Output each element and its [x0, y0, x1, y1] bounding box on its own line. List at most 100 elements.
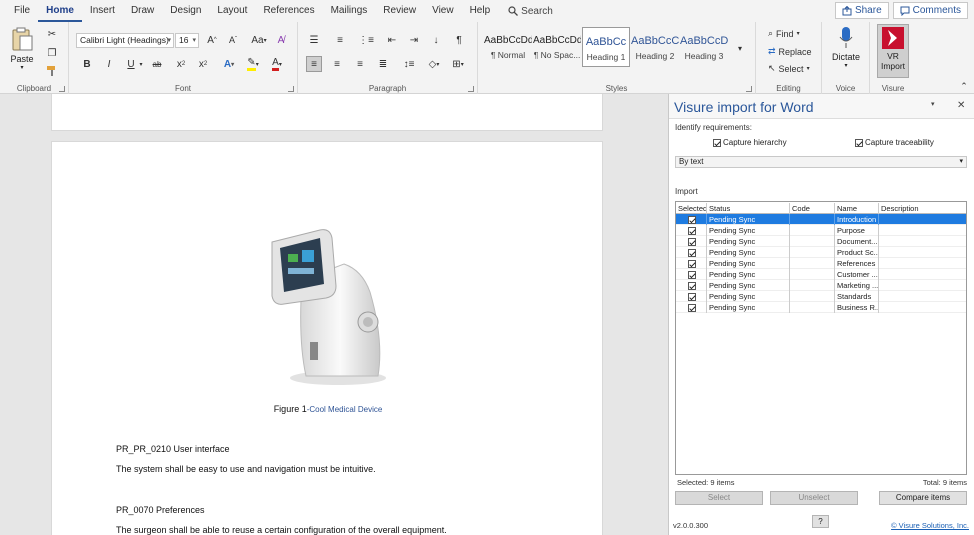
search-box[interactable]: Search: [498, 6, 553, 17]
document-page[interactable]: Figure 1-Cool Medical Device PR_PR_0210 …: [51, 141, 603, 535]
unselect-button[interactable]: Unselect: [770, 491, 858, 505]
numbering-button[interactable]: ≡: [332, 32, 348, 48]
shrink-font-button[interactable]: Aˇ: [225, 32, 241, 48]
checkbox-checked-icon[interactable]: [688, 303, 696, 312]
table-row[interactable]: Pending Sync Standards: [676, 291, 966, 302]
bullets-button[interactable]: ☰: [306, 32, 322, 48]
row-selected-cell[interactable]: [676, 247, 707, 258]
sort-button[interactable]: ↓: [428, 32, 444, 48]
styles-more-button[interactable]: ▾: [732, 40, 748, 56]
dialog-launcher-icon[interactable]: [59, 86, 65, 92]
select-menu-button[interactable]: ↖ Select ▾: [768, 63, 810, 74]
font-name-combo[interactable]: Calibri Light (Headings) ▾: [76, 33, 174, 48]
multilevel-list-button[interactable]: ⋮≡: [358, 32, 374, 48]
highlight-button[interactable]: ✎ ▾: [243, 56, 263, 72]
identify-mode-select[interactable]: By text ▾: [675, 156, 967, 168]
strikethrough-button[interactable]: ab: [149, 56, 165, 72]
superscript-button[interactable]: x2: [195, 56, 211, 72]
style-normal[interactable]: AaBbCcDd ¶ Normal: [484, 27, 532, 67]
dialog-launcher-icon[interactable]: [468, 86, 474, 92]
bold-button[interactable]: B: [79, 56, 95, 72]
tab-file[interactable]: File: [6, 0, 38, 22]
font-color-button[interactable]: A ▾: [267, 56, 287, 72]
align-right-button[interactable]: ≡: [352, 56, 368, 72]
checkbox-checked-icon[interactable]: [688, 281, 696, 290]
column-header-name[interactable]: Name: [835, 203, 879, 214]
row-selected-cell[interactable]: [676, 291, 707, 302]
checkbox-checked-icon[interactable]: [688, 292, 696, 301]
grow-font-button[interactable]: A ^: [204, 32, 220, 48]
shading-button[interactable]: ◇ ▾: [424, 56, 444, 72]
style-no-spacing[interactable]: AaBbCcDd ¶ No Spac...: [533, 27, 581, 67]
row-selected-cell[interactable]: [676, 214, 707, 225]
tab-references[interactable]: References: [255, 0, 322, 22]
dictate-button[interactable]: Dictate ▾: [828, 26, 864, 69]
style-heading-1[interactable]: AaBbCc Heading 1: [582, 27, 630, 67]
tab-design[interactable]: Design: [162, 0, 209, 22]
text-effects-button[interactable]: A ▾: [219, 56, 239, 72]
justify-button[interactable]: ≣: [375, 56, 391, 72]
help-button[interactable]: ?: [812, 515, 829, 528]
show-formatting-button[interactable]: ¶: [451, 32, 467, 48]
row-selected-cell[interactable]: [676, 236, 707, 247]
checkbox-checked-icon[interactable]: [688, 270, 696, 279]
table-row[interactable]: Pending Sync Product Sc...: [676, 247, 966, 258]
table-row[interactable]: Pending Sync Introduction: [676, 214, 966, 225]
tab-view[interactable]: View: [424, 0, 462, 22]
copyright-link[interactable]: © Visure Solutions, Inc.: [891, 521, 969, 530]
share-button[interactable]: Share: [834, 2, 889, 19]
format-painter-button[interactable]: [44, 63, 60, 79]
column-header-code[interactable]: Code: [790, 203, 835, 214]
underline-dropdown[interactable]: ▾: [137, 56, 145, 72]
tab-mailings[interactable]: Mailings: [323, 0, 376, 22]
tab-help[interactable]: Help: [462, 0, 499, 22]
compare-items-button[interactable]: Compare items: [879, 491, 967, 505]
dialog-launcher-icon[interactable]: [746, 86, 752, 92]
pane-close-button[interactable]: ✕: [957, 100, 965, 111]
capture-hierarchy-checkbox[interactable]: Capture hierarchy: [713, 138, 787, 147]
increase-indent-button[interactable]: ⇥: [406, 32, 422, 48]
italic-button[interactable]: I: [101, 56, 117, 72]
column-header-status[interactable]: Status: [707, 203, 790, 214]
copy-button[interactable]: ❐: [44, 45, 60, 61]
row-selected-cell[interactable]: [676, 225, 707, 236]
font-size-combo[interactable]: 16 ▾: [175, 33, 199, 48]
tab-review[interactable]: Review: [375, 0, 424, 22]
align-left-button[interactable]: ≡: [306, 56, 322, 72]
comments-button[interactable]: Comments: [892, 2, 968, 19]
clear-formatting-button[interactable]: A̸: [273, 32, 289, 48]
style-heading-2[interactable]: AaBbCcC Heading 2: [631, 27, 679, 67]
checkbox-checked-icon[interactable]: [688, 248, 696, 257]
pane-options-button[interactable]: ▾: [931, 100, 935, 108]
checkbox-checked-icon[interactable]: [688, 259, 696, 268]
table-row[interactable]: Pending Sync Purpose: [676, 225, 966, 236]
column-header-description[interactable]: Description: [879, 203, 966, 214]
row-selected-cell[interactable]: [676, 280, 707, 291]
borders-button[interactable]: ⊞ ▾: [448, 56, 468, 72]
row-selected-cell[interactable]: [676, 258, 707, 269]
find-button[interactable]: ⌕ Find ▾: [768, 28, 800, 39]
document-area[interactable]: Figure 1-Cool Medical Device PR_PR_0210 …: [0, 94, 668, 535]
dialog-launcher-icon[interactable]: [288, 86, 294, 92]
tab-layout[interactable]: Layout: [209, 0, 255, 22]
style-heading-3[interactable]: AaBbCcDc Heading 3: [680, 27, 728, 67]
capture-traceability-checkbox[interactable]: Capture traceability: [855, 138, 934, 147]
tab-home[interactable]: Home: [38, 0, 82, 22]
tab-draw[interactable]: Draw: [123, 0, 162, 22]
cut-button[interactable]: ✂: [44, 26, 60, 42]
vr-import-button[interactable]: VR Import: [877, 24, 909, 78]
checkbox-checked-icon[interactable]: [688, 226, 696, 235]
row-selected-cell[interactable]: [676, 302, 707, 313]
subscript-button[interactable]: x2: [173, 56, 189, 72]
tab-insert[interactable]: Insert: [82, 0, 123, 22]
table-row[interactable]: Pending Sync Business R...: [676, 302, 966, 313]
align-center-button[interactable]: ≡: [329, 56, 345, 72]
line-spacing-button[interactable]: ↕≡: [399, 56, 419, 72]
table-row[interactable]: Pending Sync Document...: [676, 236, 966, 247]
checkbox-checked-icon[interactable]: [688, 237, 696, 246]
row-selected-cell[interactable]: [676, 269, 707, 280]
replace-button[interactable]: ⇄ Replace: [768, 46, 812, 57]
table-row[interactable]: Pending Sync References: [676, 258, 966, 269]
checkbox-checked-icon[interactable]: [688, 215, 696, 224]
collapse-ribbon-button[interactable]: ⌃: [956, 78, 972, 94]
